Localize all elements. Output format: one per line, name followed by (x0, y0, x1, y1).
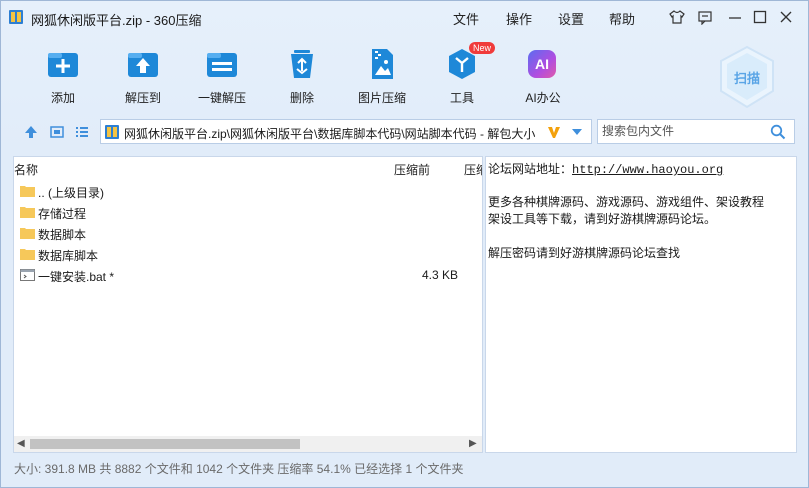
folder-icon (20, 186, 35, 197)
status-text: 大小: 391.8 MB 共 8882 个文件和 1042 个文件夹 压缩率 5… (14, 462, 464, 476)
list-view-icon[interactable] (74, 124, 90, 140)
add-label: 添加 (50, 91, 75, 105)
recycle-bin-icon (291, 50, 313, 78)
file-row[interactable]: 一键安装.bat * 4.3 KB (18, 265, 478, 285)
horizontal-scrollbar[interactable]: ◀ ▶ (14, 436, 482, 452)
feedback-icon[interactable] (697, 9, 713, 25)
menu-settings[interactable]: 设置 (558, 9, 584, 28)
app-window: 网狐休闲版平台.zip - 360压缩 文件 操作 设置 帮助 添加 解压到 一… (0, 0, 809, 488)
search-input[interactable] (600, 122, 764, 140)
delete-label: 删除 (289, 91, 314, 105)
comment-line: 更多各种棋牌源码、游戏源码、游戏组件、架设教程 (488, 195, 765, 209)
file-name: 一键安装.bat * (38, 270, 115, 284)
one-click-extract-icon (207, 53, 237, 77)
scan-label: 扫描 (733, 71, 760, 86)
scroll-right-icon[interactable]: ▶ (469, 439, 479, 449)
title-bar: 网狐休闲版平台.zip - 360压缩 文件 操作 设置 帮助 (1, 1, 808, 31)
file-row[interactable]: 数据脚本 (18, 223, 478, 243)
ai-office-label: AI办公 (525, 91, 561, 105)
extract-to-button[interactable]: 解压到 (108, 47, 178, 107)
chevron-down-icon[interactable] (571, 127, 583, 137)
image-compress-icon (372, 49, 393, 79)
close-icon[interactable] (778, 9, 794, 25)
maximize-icon[interactable] (752, 9, 768, 25)
folder-icon (20, 228, 35, 239)
archive-comment-pane: 论坛网站地址：http://www.haoyou.org 更多各种棋牌源码、游戏… (485, 156, 797, 453)
file-size: 4.3 KB (421, 268, 458, 282)
new-badge: New (469, 42, 496, 54)
skin-shirt-icon[interactable] (669, 9, 685, 25)
ai-office-icon: AI (528, 50, 556, 78)
menu-help[interactable]: 帮助 (609, 9, 635, 28)
add-button[interactable]: 添加 (28, 47, 98, 107)
scan-button[interactable]: 扫描 (717, 45, 777, 109)
column-header-name[interactable]: 名称 (14, 161, 38, 178)
folder-icon (20, 249, 35, 260)
address-path: 网狐休闲版平台.zip\网狐休闲版平台\数据库脚本代码\网站脚本代码 - 解包大… (124, 127, 536, 141)
add-icon (48, 53, 78, 77)
zip-file-icon (105, 125, 119, 139)
comment-line: 解压密码请到好游棋牌源码论坛查找 (488, 246, 681, 260)
image-compress-button[interactable]: 图片压缩 (347, 47, 417, 107)
column-header-size-before[interactable]: 压缩前 (394, 161, 430, 178)
file-row[interactable]: 存储过程 (18, 202, 478, 222)
search-icon[interactable] (770, 124, 786, 140)
one-click-extract-button[interactable]: 一键解压 (187, 47, 257, 107)
forum-address-line: 论坛网站地址：http://www.haoyou.org (488, 160, 723, 177)
up-arrow-icon[interactable] (23, 124, 39, 140)
forum-label: 论坛网站地址： (488, 162, 573, 176)
file-name: 存储过程 (38, 207, 87, 221)
ai-office-button[interactable]: AI AI办公 (508, 47, 578, 107)
scroll-left-icon[interactable]: ◀ (17, 439, 27, 449)
delete-button[interactable]: 删除 (267, 47, 337, 107)
minimize-icon[interactable] (727, 9, 743, 25)
ai-icon-text: AI (535, 56, 549, 72)
file-list-pane: 名称 压缩前 压缩 .. (上级目录) 存储过程 数据脚本 (13, 156, 483, 453)
menu-file[interactable]: 文件 (453, 9, 479, 28)
window-title: 网狐休闲版平台.zip - 360压缩 (31, 13, 202, 28)
search-box[interactable] (597, 119, 795, 144)
tools-button[interactable]: 工具 (427, 47, 497, 107)
image-compress-label: 图片压缩 (357, 91, 406, 105)
extract-to-label: 解压到 (124, 91, 161, 105)
vip-v-icon[interactable] (547, 125, 561, 139)
file-name: .. (上级目录) (38, 186, 104, 200)
zip-app-icon (9, 10, 23, 24)
tools-label: 工具 (449, 91, 474, 105)
file-name: 数据脚本 (38, 228, 87, 242)
file-row[interactable]: 数据库脚本 (18, 244, 478, 264)
comment-line: 架设工具等下载，请到好游棋牌源码论坛。 (488, 212, 717, 226)
folder-icon (20, 207, 35, 218)
address-bar[interactable]: 网狐休闲版平台.zip\网狐休闲版平台\数据库脚本代码\网站脚本代码 - 解包大… (100, 119, 592, 144)
one-click-extract-label: 一键解压 (197, 91, 246, 105)
scrollbar-thumb[interactable] (30, 439, 300, 449)
file-name: 数据库脚本 (38, 249, 99, 263)
thumbnail-view-icon[interactable] (49, 124, 65, 140)
status-bar: 大小: 391.8 MB 共 8882 个文件和 1042 个文件夹 压缩率 5… (1, 456, 808, 487)
menu-operate[interactable]: 操作 (506, 9, 532, 28)
extract-to-icon (128, 53, 158, 77)
forum-link[interactable]: http://www.haoyou.org (572, 163, 723, 177)
bat-file-icon (20, 269, 35, 281)
column-header-size-after[interactable]: 压缩 (464, 161, 482, 178)
file-row[interactable]: .. (上级目录) (18, 181, 478, 201)
